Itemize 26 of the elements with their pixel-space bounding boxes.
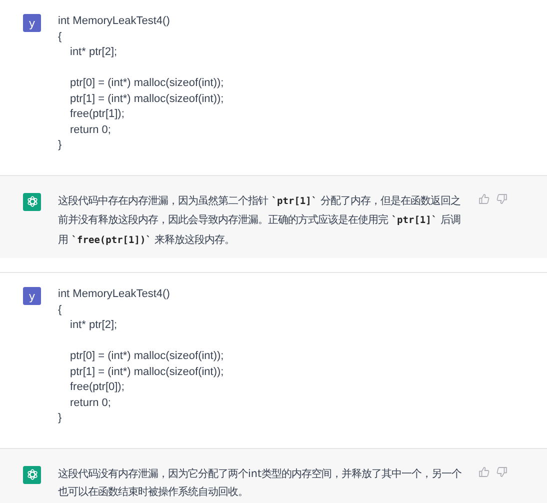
assistant-reply: 这段代码没有内存泄漏，因为它分配了两个int类型的内存空间，并释放了其中一个，另一个也可以在函数结束时被操作系统自动回收。	[58, 466, 463, 500]
code-line: free(ptr[1]);	[69, 107, 126, 122]
assistant-reply: 这段代码中存在内存泄漏，因为虽然第二个指针 `ptr[1]` 分配了内存，但是在函数返回之前并没有释放这段内存，因此会导致内存泄漏。正确的方式应该是在使用完 `ptr[1]` 后调用 `free(ptr[1])` 来释放这段内存。	[58, 194, 462, 248]
code-line: ptr[0] = (int*) malloc(sizeof(int));	[69, 76, 224, 91]
user-avatar: y	[23, 287, 41, 305]
thumbs-up-icon[interactable]	[478, 192, 490, 204]
code-line: return 0;	[69, 396, 112, 410]
thumbs-down-icon[interactable]	[496, 192, 508, 204]
code-line: int MemoryLeakTest4()	[58, 14, 171, 29]
thumbs-up-icon[interactable]	[478, 466, 490, 478]
assistant-logo-icon	[23, 466, 41, 484]
code-line: }	[58, 138, 63, 153]
code-line: free(ptr[0]);	[69, 380, 126, 395]
code-line: ptr[0] = (int*) malloc(sizeof(int));	[69, 349, 224, 364]
thumbs-down-icon[interactable]	[496, 466, 508, 478]
code-line: ptr[1] = (int*) malloc(sizeof(int));	[69, 92, 224, 106]
code-line: int* ptr[2];	[69, 45, 118, 60]
code-line: }	[58, 411, 63, 426]
user-avatar: y	[23, 14, 41, 32]
code-line: int MemoryLeakTest4()	[58, 287, 171, 302]
code-line: ptr[1] = (int*) malloc(sizeof(int));	[69, 364, 224, 380]
code-line: return 0;	[69, 122, 112, 138]
code-line: {	[58, 302, 63, 318]
code-line: int* ptr[2];	[69, 318, 118, 333]
assistant-logo-icon	[23, 192, 41, 210]
code-line: {	[58, 30, 63, 44]
